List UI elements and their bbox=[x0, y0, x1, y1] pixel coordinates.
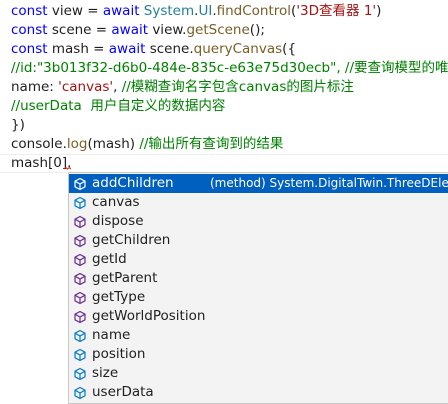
suggestion-item[interactable]: getWorldPosition bbox=[69, 307, 448, 326]
property-icon bbox=[74, 367, 86, 381]
method-icon bbox=[74, 234, 86, 248]
method-icon bbox=[74, 310, 86, 324]
suggestion-label: size bbox=[92, 365, 119, 381]
suggestion-detail: (method) System.DigitalTwin.ThreeDEleme bbox=[210, 176, 448, 190]
code-line-9[interactable]: mash[0]. bbox=[11, 154, 448, 173]
suggestion-widget[interactable]: addChildren (method) System.DigitalTwin.T… bbox=[68, 172, 448, 404]
code-text: , bbox=[113, 79, 122, 95]
suggestion-label: getParent bbox=[92, 270, 158, 286]
method-icon bbox=[74, 253, 86, 267]
function-name: getScene bbox=[186, 22, 250, 38]
suggestion-item[interactable]: position bbox=[69, 345, 448, 364]
suggestion-label: position bbox=[92, 346, 146, 362]
namespace-name: UI bbox=[198, 3, 213, 19]
function-name: findControl bbox=[216, 3, 292, 19]
suggestion-item[interactable]: userData bbox=[69, 383, 448, 402]
method-icon bbox=[74, 177, 86, 191]
suggestion-label: dispose bbox=[92, 213, 144, 229]
string-literal: '3D查看器 1' bbox=[296, 3, 377, 19]
code-line-5[interactable]: name: 'canvas', //模糊查询名字包含canvas的图片标注 bbox=[11, 78, 448, 97]
code-line-3[interactable]: const mash = await scene.queryCanvas({ bbox=[11, 40, 448, 59]
code-line-8[interactable]: console.log(mash) //输出所有查询到的结果 bbox=[11, 135, 448, 154]
suggestion-label: addChildren bbox=[92, 175, 174, 191]
method-icon bbox=[74, 272, 86, 286]
code-text: view = bbox=[47, 3, 103, 19]
code-text: view. bbox=[148, 22, 187, 38]
suggestion-item[interactable]: size bbox=[69, 364, 448, 383]
suggestion-item[interactable]: addChildren (method) System.DigitalTwin.T… bbox=[69, 174, 448, 193]
error-squiggle bbox=[64, 167, 71, 170]
comment: //userData 用户自定义的数据内容 bbox=[11, 98, 226, 114]
code-line-4[interactable]: //id:"3b013f32-d6b0-484e-835c-e63e75d30e… bbox=[11, 59, 448, 78]
suggestion-item[interactable]: getId bbox=[69, 250, 448, 269]
keyword: await bbox=[108, 41, 146, 57]
code-line-7[interactable]: }) bbox=[11, 116, 448, 135]
string-literal: 'canvas' bbox=[58, 79, 114, 95]
function-name: log bbox=[66, 136, 88, 152]
code-text: mash[0]. bbox=[11, 155, 72, 171]
property-icon bbox=[74, 329, 86, 343]
code-line-6[interactable]: //userData 用户自定义的数据内容 bbox=[11, 97, 448, 116]
code-text: scene = bbox=[47, 22, 112, 38]
comment: //id:"3b013f32-d6b0-484e-835c-e63e75d30e… bbox=[11, 60, 448, 76]
class-name: System bbox=[143, 3, 195, 19]
property-icon bbox=[74, 196, 86, 210]
property-icon bbox=[74, 348, 86, 362]
property-icon bbox=[74, 386, 86, 400]
method-icon bbox=[74, 291, 86, 305]
suggestion-item[interactable]: getType bbox=[69, 288, 448, 307]
suggestion-label: name bbox=[92, 327, 131, 343]
keyword: await bbox=[102, 3, 140, 19]
code-text: ) bbox=[376, 3, 382, 19]
code-text: console. bbox=[11, 136, 67, 152]
keyword: const bbox=[11, 41, 48, 57]
method-icon bbox=[74, 215, 86, 229]
code-text: }) bbox=[11, 117, 25, 133]
code-line-1[interactable]: const view = await System.UI.findControl… bbox=[11, 2, 448, 21]
code-line-2[interactable]: const scene = await view.getScene(); bbox=[11, 21, 448, 40]
suggestion-item[interactable]: getParent bbox=[69, 269, 448, 288]
suggestion-item[interactable]: canvas bbox=[69, 193, 448, 212]
code-text: (mash) bbox=[87, 136, 140, 152]
suggestion-label: getType bbox=[92, 289, 146, 305]
code-text: ({ bbox=[282, 41, 297, 57]
suggestion-label: userData bbox=[92, 384, 154, 400]
keyword: const bbox=[11, 3, 48, 19]
suggestion-item[interactable]: name bbox=[69, 326, 448, 345]
keyword: await bbox=[111, 22, 149, 38]
code-text: name: bbox=[11, 79, 59, 95]
suggestion-label: getChildren bbox=[92, 232, 171, 248]
comment: //模糊查询名字包含canvas的图片标注 bbox=[121, 79, 354, 95]
suggestion-label: canvas bbox=[92, 194, 140, 210]
code-text: mash = bbox=[47, 41, 109, 57]
function-name: queryCanvas bbox=[193, 41, 283, 57]
keyword: const bbox=[11, 22, 48, 38]
comment: //输出所有查询到的结果 bbox=[139, 136, 284, 152]
suggestion-label: getId bbox=[92, 251, 127, 267]
code-text: (); bbox=[249, 22, 265, 38]
suggestion-item[interactable]: getChildren bbox=[69, 231, 448, 250]
suggestion-item[interactable]: dispose bbox=[69, 212, 448, 231]
code-text: scene. bbox=[145, 41, 194, 57]
suggestion-label: getWorldPosition bbox=[92, 308, 206, 324]
